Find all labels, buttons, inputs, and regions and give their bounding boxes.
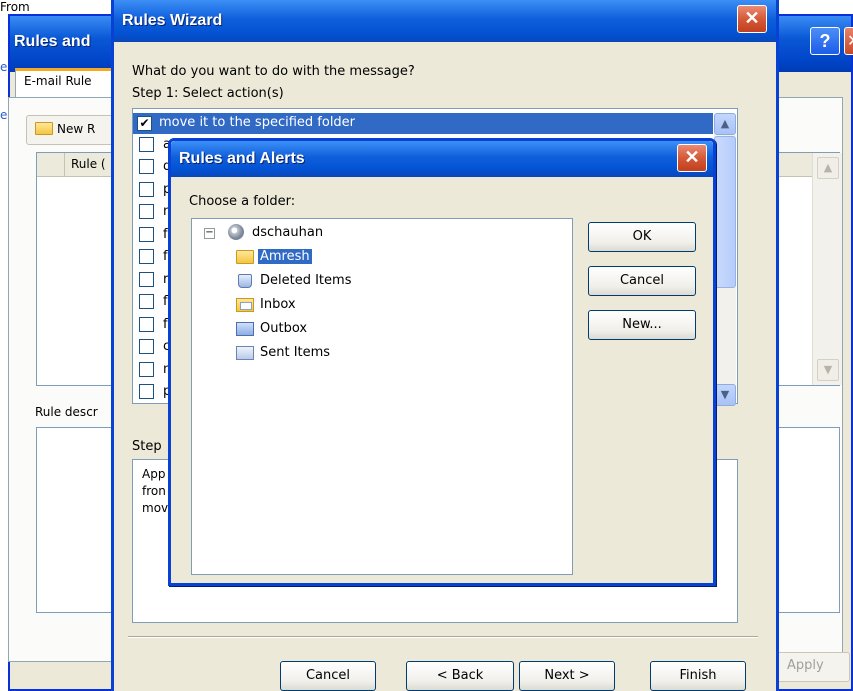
action-checkbox[interactable] (139, 339, 154, 354)
wizard-next-button[interactable]: Next > (519, 661, 615, 691)
action-checkbox[interactable] (139, 294, 154, 309)
scroll-down-button[interactable]: ▼ (817, 359, 839, 381)
sent-items-icon (236, 346, 254, 360)
wizard-title-bar[interactable]: Rules Wizard ✕ (114, 0, 776, 42)
action-checkbox[interactable] (139, 249, 154, 264)
collapse-toggle-icon[interactable]: − (204, 228, 215, 239)
rule-description-label: Rule descr (35, 405, 98, 419)
wizard-cancel-button[interactable]: Cancel (280, 661, 376, 691)
button-divider (128, 636, 758, 638)
dialog-close-button[interactable]: ✕ (677, 144, 707, 172)
dialog-title-bar[interactable]: Rules and Alerts ✕ (171, 141, 713, 177)
action-checkbox[interactable] (139, 137, 154, 152)
step2-label: Step (132, 439, 162, 454)
action-item-move-to-folder[interactable]: ✔ move it to the specified folder (133, 113, 713, 134)
cancel-button[interactable]: Cancel (588, 266, 696, 296)
wizard-question: What do you want to do with the message? (132, 64, 415, 79)
tree-item-outbox[interactable]: Outbox (236, 319, 436, 341)
dialog-title: Rules and Alerts (179, 150, 305, 167)
rule-column-header[interactable]: Rule ( (71, 157, 106, 171)
new-rule-icon (35, 122, 53, 135)
inbox-icon (236, 298, 254, 312)
wizard-title: Rules Wizard (122, 12, 223, 29)
outbox-icon (236, 322, 254, 336)
scroll-up-button[interactable]: ▲ (817, 157, 839, 179)
actions-scroll-thumb[interactable] (714, 136, 736, 288)
help-button[interactable]: ? (810, 27, 840, 55)
folder-tree[interactable]: − dschauhan Amresh Deleted Items Inbox O… (191, 218, 573, 575)
wizard-back-button[interactable]: < Back (406, 661, 514, 691)
tree-item-inbox[interactable]: Inbox (236, 295, 436, 317)
edge-text-fragment: e (0, 60, 8, 74)
choose-folder-dialog: Rules and Alerts ✕ Choose a folder: − ds… (168, 138, 716, 586)
mailbox-icon (228, 224, 244, 240)
close-button[interactable]: ✕ (844, 27, 853, 55)
actions-scroll-down-button[interactable]: ▼ (714, 384, 736, 406)
tree-item-label: Amresh (258, 249, 312, 264)
action-checkbox[interactable] (139, 159, 154, 174)
action-checkbox[interactable] (139, 204, 154, 219)
action-checkbox[interactable]: ✔ (137, 116, 152, 131)
action-label: move it to the specified folder (159, 115, 356, 130)
tree-item-deleted-items[interactable]: Deleted Items (236, 271, 436, 293)
actions-scroll-up-button[interactable]: ▲ (714, 113, 736, 135)
tree-item-label: dschauhan (252, 225, 324, 240)
action-checkbox[interactable] (139, 182, 154, 197)
folder-icon (236, 250, 254, 264)
new-rule-button[interactable]: New R (26, 115, 122, 145)
tree-item-label: Outbox (260, 321, 308, 336)
tree-item-label: Inbox (260, 297, 296, 312)
tree-item-root[interactable]: − dschauhan (204, 223, 404, 245)
apply-button[interactable]: Apply (770, 652, 850, 682)
tab-email-rules[interactable]: E-mail Rule (15, 68, 113, 98)
window-title: Rules and (14, 33, 91, 50)
action-checkbox[interactable] (139, 227, 154, 242)
action-checkbox[interactable] (139, 362, 154, 377)
rules-list-scrollbar[interactable]: ▲ ▼ (812, 153, 842, 385)
tree-item-sent-items[interactable]: Sent Items (236, 343, 436, 365)
ok-button[interactable]: OK (588, 222, 696, 252)
action-checkbox[interactable] (139, 317, 154, 332)
action-checkbox[interactable] (139, 272, 154, 287)
step1-label: Step 1: Select action(s) (132, 86, 284, 101)
tree-item-label: Deleted Items (260, 273, 352, 288)
action-checkbox[interactable] (139, 384, 154, 399)
deleted-items-icon (238, 274, 252, 288)
tree-item-amresh[interactable]: Amresh (236, 247, 436, 269)
choose-folder-label: Choose a folder: (189, 194, 296, 209)
tree-item-label: Sent Items (260, 345, 331, 360)
from-label: From (0, 0, 30, 14)
new-folder-button[interactable]: New... (588, 310, 696, 340)
new-rule-label: New R (57, 122, 96, 136)
column-separator (64, 153, 65, 177)
edge-text-fragment: e (0, 108, 8, 122)
wizard-close-button[interactable]: ✕ (737, 5, 767, 33)
wizard-finish-button[interactable]: Finish (650, 661, 746, 691)
